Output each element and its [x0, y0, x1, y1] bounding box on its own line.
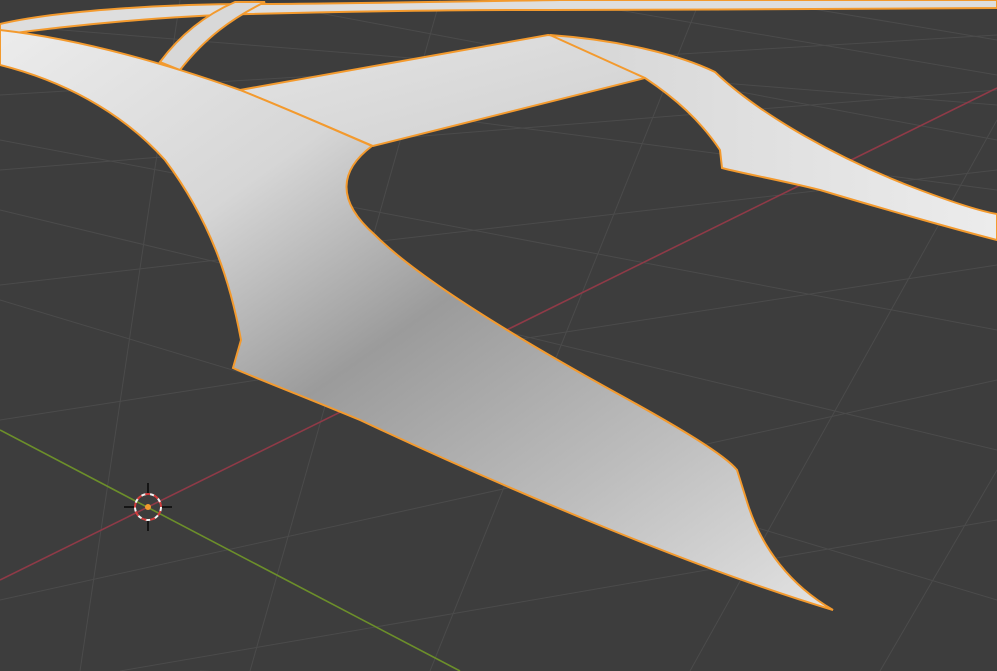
- 3d-cursor-icon[interactable]: [124, 483, 172, 531]
- mesh-right-wing[interactable]: [549, 34, 997, 242]
- 3d-viewport[interactable]: [0, 0, 997, 671]
- mesh-top-arch[interactable]: [0, 0, 997, 37]
- viewport-canvas[interactable]: [0, 0, 997, 671]
- selected-mesh-object[interactable]: [0, 0, 997, 611]
